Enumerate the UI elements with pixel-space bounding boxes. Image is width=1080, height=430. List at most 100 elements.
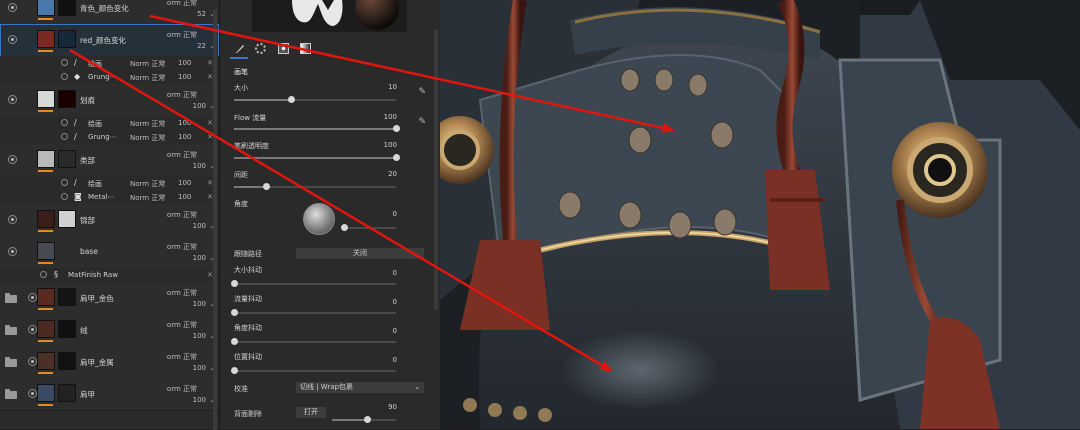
layer-blend-mode[interactable]: orm 正常 [167, 210, 197, 220]
size-value[interactable]: 10 [388, 83, 397, 91]
flow-jitter-slider[interactable] [231, 309, 396, 316]
layer-blend-mode[interactable]: orm 正常 [167, 384, 197, 394]
effect-opacity[interactable]: 100 [178, 179, 191, 187]
layer-blend-mode[interactable]: orm 正常 [167, 242, 197, 252]
layer-name[interactable]: 绒 [80, 325, 88, 336]
effect-name[interactable]: MatFinish Raw [68, 271, 118, 279]
flow-value[interactable]: 100 [384, 113, 397, 121]
layer-name[interactable]: 类部 [80, 155, 95, 166]
layer-thumbnail[interactable] [37, 242, 55, 260]
flow-slider[interactable] [234, 125, 400, 132]
layer-mask-thumbnail[interactable] [58, 288, 76, 306]
angle-value[interactable]: 0 [393, 210, 397, 218]
layer-opacity[interactable]: 100 [193, 222, 206, 230]
layer-row[interactable]: baseorm 正常100⌄ [0, 236, 219, 269]
layer-name[interactable]: 肩甲 [80, 389, 95, 400]
material-tab-icon[interactable] [300, 43, 311, 54]
visibility-eye-icon[interactable] [61, 133, 68, 140]
layer-row[interactable]: 划痕orm 正常100⌄ [0, 84, 219, 117]
folder-icon[interactable] [5, 325, 17, 335]
spacing-slider[interactable] [234, 183, 396, 190]
effect-name[interactable]: 绘画 [88, 59, 102, 69]
layer-blend-mode[interactable]: orm 正常 [167, 0, 197, 8]
spacing-value[interactable]: 20 [388, 170, 397, 178]
layer-thumbnail[interactable] [37, 384, 55, 402]
backface-angle-slider[interactable] [332, 416, 396, 423]
effect-blend-mode[interactable]: Norm 正常 [130, 59, 165, 69]
layer-mask-thumbnail[interactable] [58, 210, 76, 228]
layer-opacity[interactable]: 22 [197, 42, 206, 50]
layer-opacity[interactable]: 100 [193, 364, 206, 372]
position-jitter-slider[interactable] [231, 367, 396, 374]
layer-row[interactable]: 肩甲_金属orm 正常100⌄ [0, 346, 219, 379]
effect-name[interactable]: Grung⋯ [88, 133, 117, 141]
effect-blend-mode[interactable]: Norm 正常 [130, 119, 165, 129]
layer-opacity[interactable]: 100 [193, 102, 206, 110]
layer-name[interactable]: 划痕 [80, 95, 95, 106]
folder-icon[interactable] [5, 357, 17, 367]
layer-name[interactable]: 肩甲_金色 [80, 293, 114, 304]
layer-mask-thumbnail[interactable] [58, 0, 76, 16]
layer-thumbnail[interactable] [37, 288, 55, 306]
layer-mask-thumbnail[interactable] [58, 90, 76, 108]
effect-blend-mode[interactable]: Norm 正常 [130, 193, 165, 203]
layer-opacity[interactable]: 100 [193, 332, 206, 340]
layer-row[interactable]: red_颜色变化orm 正常22⌄ [0, 24, 219, 57]
effect-opacity[interactable]: 100 [178, 59, 191, 67]
follow-path-toggle[interactable]: 关闭 [296, 248, 424, 259]
layer-thumbnail[interactable] [37, 320, 55, 338]
properties-scrollbar[interactable] [434, 30, 438, 310]
layer-name[interactable]: 锦部 [80, 215, 95, 226]
layer-opacity[interactable]: 100 [193, 254, 206, 262]
layer-thumbnail[interactable] [37, 90, 55, 108]
visibility-eye-icon[interactable] [61, 73, 68, 80]
visibility-eye-icon[interactable] [28, 293, 37, 302]
layer-mask-thumbnail[interactable] [58, 30, 76, 48]
backface-angle-value[interactable]: 90 [388, 403, 397, 411]
visibility-eye-icon[interactable] [8, 247, 17, 256]
visibility-eye-icon[interactable] [28, 389, 37, 398]
3d-viewport[interactable] [440, 0, 1080, 429]
effect-opacity[interactable]: 100 [178, 193, 191, 201]
effect-row[interactable]: ∕ 绘画 Norm 正常 100 ✕ [0, 176, 219, 190]
effect-name[interactable]: Grung⋯ [88, 73, 117, 81]
visibility-eye-icon[interactable] [61, 119, 68, 126]
flow-pressure-icon[interactable]: ✎ [418, 117, 426, 127]
layer-row[interactable]: 肩甲_金色orm 正常100⌄ [0, 282, 219, 315]
layer-mask-thumbnail[interactable] [58, 352, 76, 370]
layer-thumbnail[interactable] [37, 150, 55, 168]
angle-jitter-value[interactable]: 0 [393, 327, 397, 335]
angle-slider[interactable] [341, 224, 396, 231]
size-jitter-slider[interactable] [231, 280, 396, 287]
layer-blend-mode[interactable]: orm 正常 [167, 90, 197, 100]
effect-name[interactable]: Metal⋯ [88, 193, 114, 201]
visibility-eye-icon[interactable] [61, 193, 68, 200]
layer-thumbnail[interactable] [37, 0, 55, 16]
alpha-tab-icon[interactable] [255, 43, 266, 54]
visibility-eye-icon[interactable] [8, 3, 17, 12]
layer-opacity[interactable]: 100 [193, 300, 206, 308]
layer-blend-mode[interactable]: orm 正常 [167, 288, 197, 298]
layer-name[interactable]: 青色_颜色变化 [80, 3, 129, 14]
layer-name[interactable]: 肩甲_金属 [80, 357, 114, 368]
visibility-eye-icon[interactable] [8, 155, 17, 164]
effect-name[interactable]: 绘画 [88, 179, 102, 189]
layer-opacity[interactable]: 100 [193, 162, 206, 170]
visibility-eye-icon[interactable] [40, 271, 47, 278]
visibility-eye-icon[interactable] [28, 357, 37, 366]
layer-row[interactable]: 锦部orm 正常100⌄ [0, 204, 219, 237]
layer-thumbnail[interactable] [37, 210, 55, 228]
layer-opacity[interactable]: 100 [193, 396, 206, 404]
effect-opacity[interactable]: 100 [178, 73, 191, 81]
effect-row[interactable]: ∕ 绘画 Norm 正常 100 ✕ [0, 116, 219, 130]
folder-icon[interactable] [5, 389, 17, 399]
layer-name[interactable]: base [80, 247, 98, 256]
angle-dial[interactable] [303, 203, 335, 235]
angle-jitter-slider[interactable] [231, 338, 396, 345]
effect-blend-mode[interactable]: Norm 正常 [130, 133, 165, 143]
effect-row[interactable]: § MatFinish Raw ✕ [0, 268, 219, 282]
layer-row[interactable]: 肩甲orm 正常100⌄ [0, 378, 219, 411]
layer-blend-mode[interactable]: orm 正常 [167, 30, 197, 40]
layer-name[interactable]: red_颜色变化 [80, 35, 126, 46]
stencil-tab-icon[interactable] [278, 43, 289, 54]
